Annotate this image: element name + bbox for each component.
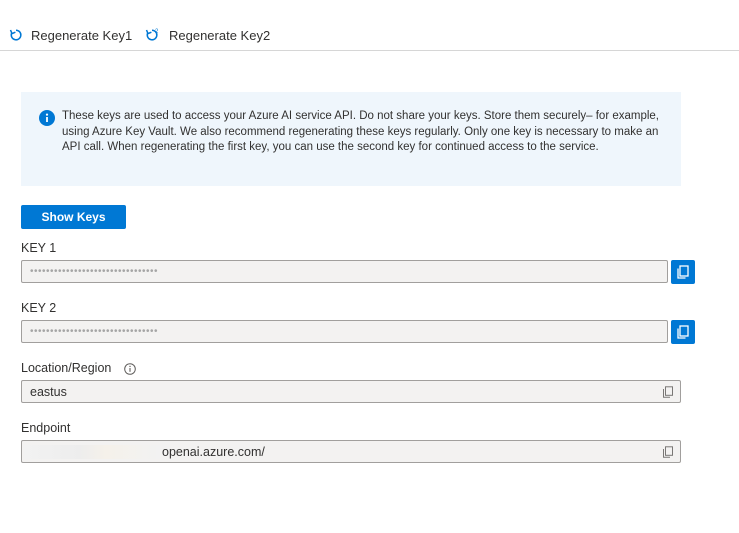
info-tooltip-icon[interactable] [124,363,136,375]
copy-icon[interactable] [662,386,674,398]
refresh-icon [9,29,22,41]
refresh-icon: 2 [145,29,159,41]
endpoint-value: openai.azure.com/ [162,444,265,459]
key2-label: KEY 2 [21,301,57,315]
copy-icon [677,325,689,339]
regenerate-key1-button[interactable]: Regenerate Key1 [9,24,132,46]
location-label: Location/Region [21,361,112,375]
key1-field[interactable]: •••••••••••••••••••••••••••••••• [21,260,668,283]
info-message-text: These keys are used to access your Azure… [62,110,660,153]
regenerate-key1-label: Regenerate Key1 [31,27,133,43]
copy-key1-button[interactable] [671,260,695,284]
copy-icon[interactable] [662,446,674,458]
key2-field[interactable]: •••••••••••••••••••••••••••••••• [21,320,668,343]
regenerate-key2-label: Regenerate Key2 [169,27,271,43]
command-bar: Regenerate Key1 2 Regenerate Key2 [0,0,739,51]
info-icon [39,110,55,126]
info-message-bar: These keys are used to access your Azure… [21,92,681,186]
key1-label: KEY 1 [21,241,57,255]
copy-key2-button[interactable] [671,320,695,344]
redacted-endpoint-prefix [24,444,160,459]
location-value: eastus [30,384,67,399]
copy-icon [677,265,689,279]
endpoint-label: Endpoint [21,421,71,435]
location-field[interactable]: eastus [21,380,681,403]
show-keys-button[interactable]: Show Keys [21,205,126,229]
endpoint-field[interactable]: openai.azure.com/ [21,440,681,463]
regenerate-key2-button[interactable]: 2 Regenerate Key2 [145,24,270,46]
svg-text:2: 2 [155,29,159,35]
